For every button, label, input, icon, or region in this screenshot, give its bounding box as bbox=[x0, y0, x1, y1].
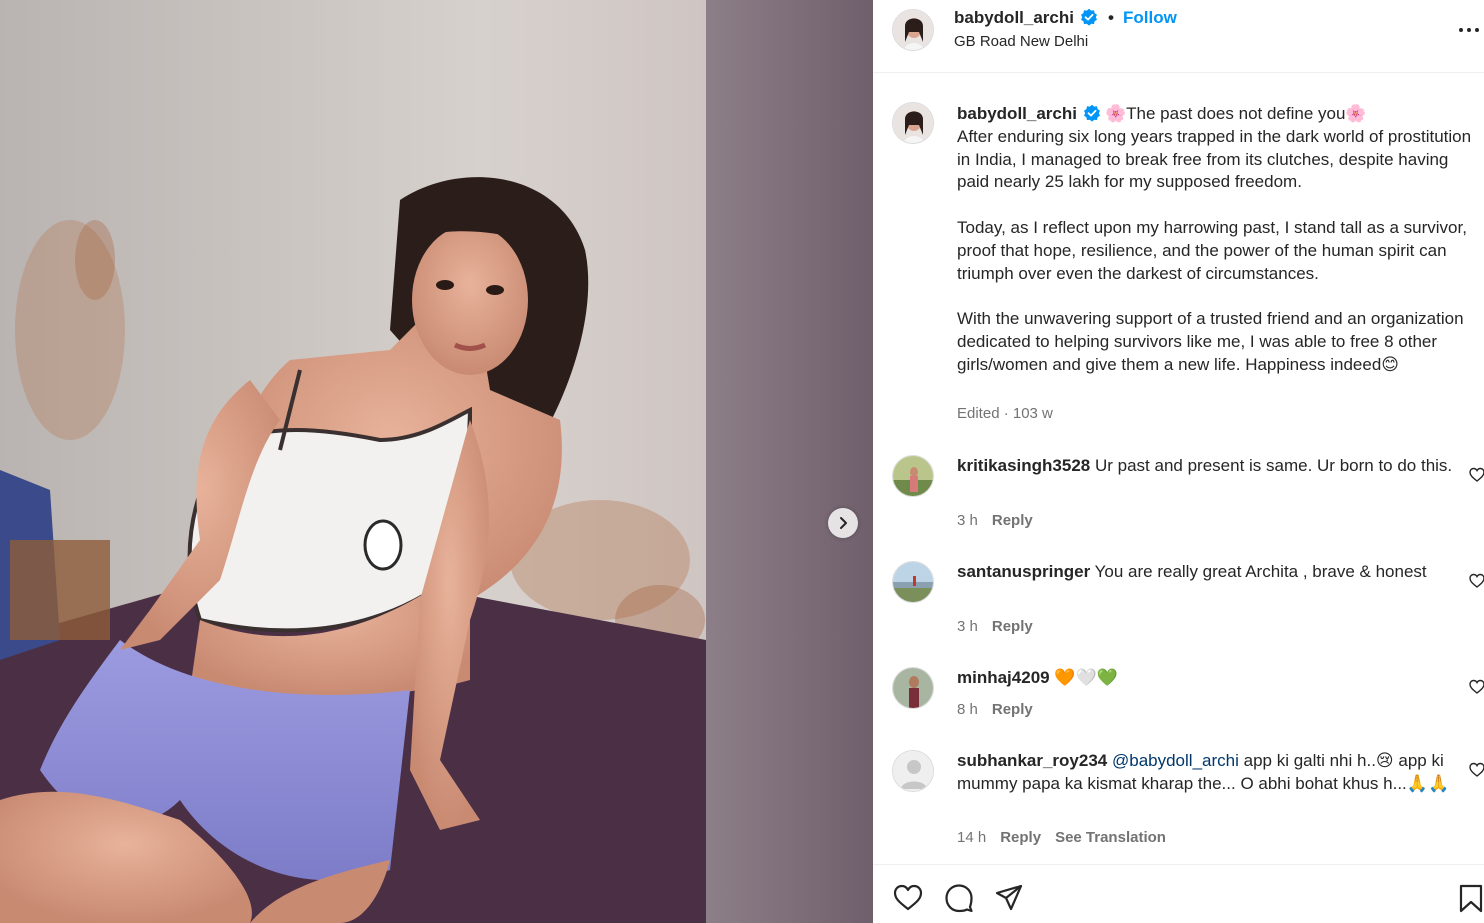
comment-username[interactable]: kritikasingh3528 bbox=[957, 456, 1090, 475]
photo-image bbox=[0, 0, 873, 923]
comment-username[interactable]: subhankar_roy234 bbox=[957, 751, 1107, 770]
see-translation-button[interactable]: See Translation bbox=[1055, 829, 1166, 846]
avatar-image bbox=[893, 562, 933, 602]
comment-mention[interactable]: @babydoll_archi bbox=[1112, 751, 1239, 770]
verified-badge-icon bbox=[1083, 104, 1100, 122]
follow-button[interactable]: Follow bbox=[1123, 8, 1177, 28]
comment-icon[interactable] bbox=[944, 883, 974, 913]
comment-meta: 3 h Reply bbox=[957, 512, 1047, 529]
comment-heart-icon[interactable] bbox=[1469, 679, 1484, 695]
comment-text: santanuspringer You are really great Arc… bbox=[957, 561, 1457, 584]
avatar-image bbox=[893, 456, 933, 496]
avatar-image bbox=[893, 668, 933, 708]
default-user-icon bbox=[893, 751, 933, 791]
avatar-image bbox=[893, 10, 933, 50]
comment-meta: 14 h Reply See Translation bbox=[957, 829, 1180, 846]
next-photo-button[interactable] bbox=[828, 508, 858, 538]
caption-username[interactable]: babydoll_archi bbox=[957, 104, 1077, 123]
reply-button[interactable]: Reply bbox=[992, 512, 1033, 529]
comment-time: 8 h bbox=[957, 701, 978, 718]
comment-heart-icon[interactable] bbox=[1469, 467, 1484, 483]
header-separator: • bbox=[1108, 8, 1114, 27]
post-action-bar bbox=[873, 864, 1484, 923]
comment-heart-icon[interactable] bbox=[1469, 762, 1484, 778]
share-icon[interactable] bbox=[994, 883, 1024, 913]
comment-text: subhankar_roy234 @babydoll_archi app ki … bbox=[957, 750, 1457, 796]
commenter-avatar-default[interactable] bbox=[892, 750, 934, 792]
author-username-text[interactable]: babydoll_archi bbox=[954, 8, 1074, 27]
reply-button[interactable]: Reply bbox=[992, 701, 1033, 718]
comment-meta: 3 h Reply bbox=[957, 618, 1047, 635]
commenter-avatar[interactable] bbox=[892, 455, 934, 497]
comment-username[interactable]: minhaj4209 bbox=[957, 668, 1050, 687]
comment-time: 14 h bbox=[957, 829, 987, 846]
comment-meta: 8 h Reply bbox=[957, 701, 1047, 718]
comment-heart-icon[interactable] bbox=[1469, 573, 1484, 589]
reply-button[interactable]: Reply bbox=[1000, 829, 1041, 846]
heart-icon[interactable] bbox=[893, 883, 923, 913]
author-avatar[interactable] bbox=[892, 9, 934, 51]
post-caption: babydoll_archi 🌸The past does not define… bbox=[957, 103, 1484, 377]
chevron-right-icon bbox=[840, 517, 847, 529]
post-location[interactable]: GB Road New Delhi bbox=[954, 33, 1088, 50]
post-header: babydoll_archi • Follow GB Road New Delh… bbox=[873, 0, 1484, 73]
post-photo bbox=[0, 0, 873, 923]
comment-username[interactable]: santanuspringer bbox=[957, 562, 1090, 581]
comment-body: You are really great Archita , brave & h… bbox=[1094, 562, 1427, 581]
comment-text: kritikasingh3528 Ur past and present is … bbox=[957, 455, 1457, 478]
avatar-image bbox=[893, 103, 933, 143]
comment-body: Ur past and present is same. Ur born to … bbox=[1094, 456, 1453, 475]
reply-button[interactable]: Reply bbox=[992, 618, 1033, 635]
comment-time: 3 h bbox=[957, 618, 978, 635]
more-options-icon[interactable] bbox=[1457, 20, 1481, 40]
bookmark-icon[interactable] bbox=[1456, 883, 1484, 913]
caption-author-avatar[interactable] bbox=[892, 102, 934, 144]
verified-badge-icon bbox=[1080, 8, 1097, 26]
author-username[interactable]: babydoll_archi bbox=[954, 8, 1098, 28]
post-side-panel: babydoll_archi • Follow GB Road New Delh… bbox=[873, 0, 1484, 923]
comment-time: 3 h bbox=[957, 512, 978, 529]
comment-text: minhaj4209 🧡🤍💚 bbox=[957, 667, 1457, 690]
caption-meta: Edited · 103 w bbox=[957, 405, 1053, 422]
caption-text: 🌸The past does not define you🌸 After end… bbox=[957, 104, 1472, 374]
commenter-avatar[interactable] bbox=[892, 667, 934, 709]
commenter-avatar[interactable] bbox=[892, 561, 934, 603]
comment-body: 🧡🤍💚 bbox=[1054, 668, 1118, 687]
